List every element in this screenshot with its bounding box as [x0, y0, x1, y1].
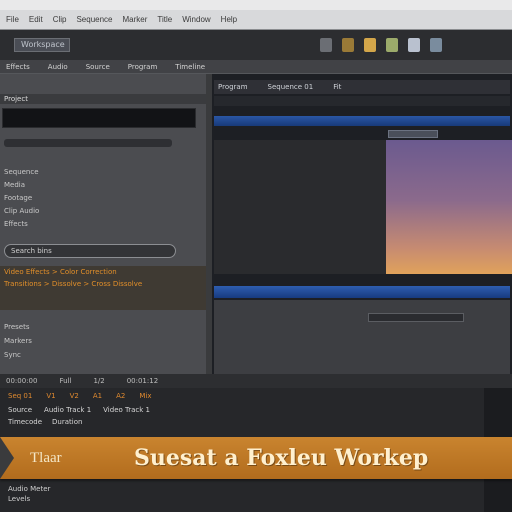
effect-item[interactable]: Video Effects > Color Correction — [0, 266, 206, 278]
program-monitor-header: Program Sequence 01 Fit — [214, 80, 510, 94]
menu-item-clip[interactable]: Clip — [53, 15, 67, 24]
project-panel-header: Project — [0, 94, 206, 104]
tab-program[interactable]: Program — [128, 63, 158, 71]
track-label[interactable]: Video Track 1 — [103, 406, 150, 414]
banner-left-text: Tlaar — [30, 450, 62, 466]
monitor-sequence-name[interactable]: Sequence 01 — [268, 83, 314, 91]
track-label: Duration — [52, 418, 83, 426]
list-item[interactable]: Sync — [4, 348, 32, 362]
selection-tool-icon[interactable] — [320, 38, 332, 52]
track-label[interactable]: A2 — [116, 392, 125, 400]
menu-item-help[interactable]: Help — [221, 15, 237, 24]
window-top-strip — [0, 0, 512, 10]
list-item[interactable]: Sequence — [4, 166, 194, 179]
track-label[interactable]: Seq 01 — [8, 392, 32, 400]
toolbar-tools — [320, 34, 500, 56]
tab-audio[interactable]: Audio — [48, 63, 68, 71]
playhead-range[interactable] — [388, 130, 438, 138]
hand-tool-icon[interactable] — [364, 38, 376, 52]
status-timecode: 00:00:00 — [6, 377, 38, 385]
track-row: Timecode Duration — [8, 418, 82, 426]
list-item[interactable]: Markers — [4, 334, 32, 348]
status-bar: 00:00:00 Full 1/2 00:01:12 — [0, 374, 512, 388]
track-label[interactable]: Audio Track 1 — [44, 406, 91, 414]
list-item[interactable]: Media — [4, 179, 194, 192]
list-item[interactable]: Effects — [4, 218, 194, 231]
footer-label: Audio Meter — [8, 485, 51, 493]
menu-item-window[interactable]: Window — [182, 15, 210, 24]
timeline-clip[interactable] — [368, 313, 464, 322]
track-header-row: Seq 01 V1 V2 A1 A2 Mix — [8, 392, 151, 400]
track-label: Timecode — [8, 418, 43, 426]
list-item[interactable]: Presets — [4, 320, 32, 334]
track-label[interactable]: A1 — [93, 392, 102, 400]
menu-item-edit[interactable]: Edit — [29, 15, 43, 24]
project-selected-row[interactable] — [2, 108, 196, 128]
tab-effects[interactable]: Effects — [6, 63, 30, 71]
track-label[interactable]: Source — [8, 406, 32, 414]
effect-item[interactable]: Transitions > Dissolve > Cross Dissolve — [0, 278, 206, 290]
menu-item-marker[interactable]: Marker — [123, 15, 148, 24]
timeline-tracks-area — [214, 300, 510, 374]
tab-source[interactable]: Source — [86, 63, 110, 71]
banner-arrow-icon — [0, 437, 14, 479]
text-tool-icon[interactable] — [430, 38, 442, 52]
pen-tool-icon[interactable] — [408, 38, 420, 52]
track-row: Source Audio Track 1 Video Track 1 — [8, 406, 150, 414]
track-label[interactable]: V1 — [46, 392, 55, 400]
monitor-tab-program[interactable]: Program — [218, 83, 248, 91]
status-resolution[interactable]: 1/2 — [93, 377, 104, 385]
razor-tool-icon[interactable] — [342, 38, 354, 52]
viewer-empty-area — [214, 140, 386, 274]
zoom-tool-icon[interactable] — [386, 38, 398, 52]
tab-timeline[interactable]: Timeline — [175, 63, 205, 71]
list-item[interactable]: Footage — [4, 192, 194, 205]
bin-search-input[interactable]: Search bins — [4, 244, 176, 258]
timeline-scrubber-bar[interactable] — [214, 286, 510, 298]
track-label[interactable]: Mix — [139, 392, 151, 400]
status-quality[interactable]: Full — [59, 377, 71, 385]
menu-item-title[interactable]: Title — [157, 15, 172, 24]
project-list: Sequence Media Footage Clip Audio Effect… — [4, 166, 194, 231]
project-scrollbar[interactable] — [4, 139, 172, 147]
monitor-strip — [214, 96, 510, 106]
app-title: Workspace — [14, 38, 70, 52]
menubar: File Edit Clip Sequence Marker Title Win… — [0, 10, 512, 30]
status-duration: 00:01:12 — [126, 377, 159, 385]
timeline-ruler-bar[interactable] — [214, 116, 510, 126]
track-label[interactable]: V2 — [70, 392, 79, 400]
effects-preset-list: Video Effects > Color Correction Transit… — [0, 266, 206, 310]
menu-item-file[interactable]: File — [6, 15, 19, 24]
project-lower-list: Presets Markers Sync — [4, 320, 32, 362]
panel-tabs: Effects Audio Source Program Timeline — [0, 60, 512, 74]
menu-item-sequence[interactable]: Sequence — [76, 15, 112, 24]
banner-title: Suesat a Foxleu Workep — [134, 445, 429, 471]
footer-label: Levels — [8, 495, 31, 503]
monitor-zoom-select[interactable]: Fit — [333, 83, 341, 91]
video-preview — [386, 140, 512, 274]
bottom-footer: Audio Meter Levels — [8, 485, 50, 503]
list-item[interactable]: Clip Audio — [4, 205, 194, 218]
toolbar: Workspace — [0, 30, 512, 60]
title-banner: Tlaar Suesat a Foxleu Workep — [0, 437, 512, 479]
